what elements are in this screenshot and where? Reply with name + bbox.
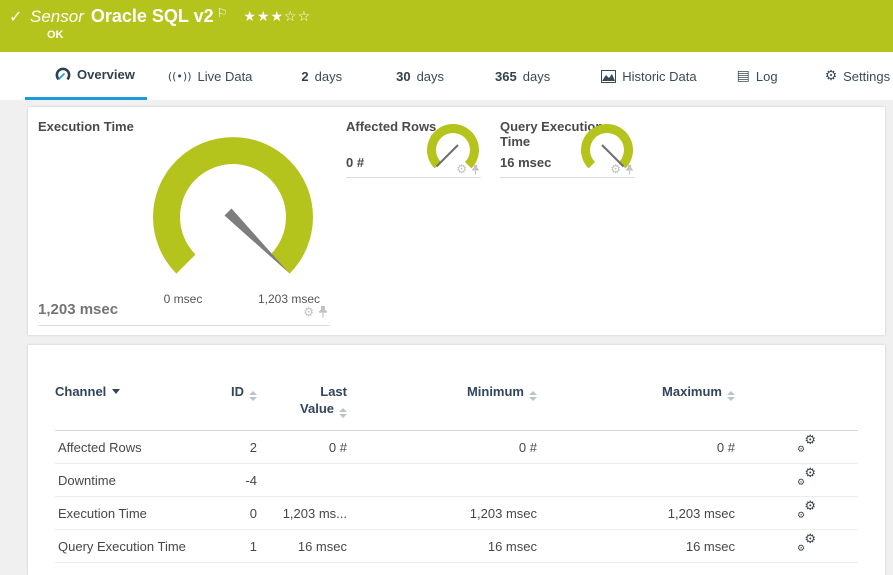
table-row: Execution Time 0 1,203 ms... 1,203 msec … [55, 496, 858, 530]
sort-arrows-icon [249, 391, 257, 401]
gauge-scale-max: 1,203 msec [257, 292, 321, 306]
channel-maximum [537, 463, 735, 497]
channel-id: 1 [205, 529, 257, 563]
channel-name[interactable]: Downtime [55, 463, 205, 497]
tab-label: Live Data [197, 68, 253, 84]
channel-table: Channel ID Last Value Minimum Maximum Af… [55, 383, 858, 563]
tab-number: 365 [495, 68, 517, 84]
channel-name[interactable]: Affected Rows [55, 430, 205, 464]
sensor-title-line: Sensor Oracle SQL v2 ⚐ ★★★☆☆ [30, 6, 311, 27]
channel-settings-gears-icon[interactable]: ⚙ ⚙ [796, 434, 818, 455]
table-row: Query Execution Time 1 16 msec 16 msec 1… [55, 529, 858, 563]
gauge-gear-icon[interactable]: ⚙ [610, 163, 621, 175]
sensor-kind-label: Sensor [30, 7, 84, 26]
column-header-actions [735, 383, 858, 431]
stars-filled[interactable]: ★★★ [243, 9, 284, 25]
tab-2-days[interactable]: 2 days [289, 52, 354, 100]
channel-id: 2 [205, 430, 257, 464]
gauge-needle [435, 144, 459, 168]
tab-label: Log [755, 68, 778, 84]
gauge-current-value: 1,203 msec [38, 301, 119, 318]
tab-overview[interactable]: Overview [25, 52, 147, 100]
status-ok-check-icon: ✓ [9, 7, 23, 26]
tab-settings[interactable]: ⚙ Settings [813, 52, 893, 100]
channel-maximum: 0 # [537, 430, 735, 464]
channel-settings-gears-icon[interactable]: ⚙ ⚙ [796, 467, 818, 488]
channel-settings-gears-icon[interactable]: ⚙ ⚙ [796, 533, 818, 554]
tab-label: Settings [843, 68, 891, 84]
sensor-title: Oracle SQL v2 [90, 6, 214, 26]
channel-settings-gears-icon[interactable]: ⚙ ⚙ [796, 500, 818, 521]
sensor-header: ✓ Sensor Oracle SQL v2 ⚐ ★★★☆☆ OK [0, 0, 893, 52]
channel-table-header-row: Channel ID Last Value Minimum Maximum [55, 383, 858, 431]
channel-maximum: 16 msec [537, 529, 735, 563]
gauge-pin-icon[interactable] [318, 305, 328, 318]
gauge-pin-icon[interactable] [471, 164, 480, 175]
sort-arrows-icon [339, 408, 347, 418]
tab-historic-data[interactable]: Historic Data [589, 52, 708, 100]
gauges-panel: Execution Time 0 msec 1,203 msec 1,203 m… [28, 107, 885, 335]
gauge-gear-icon[interactable]: ⚙ [303, 306, 314, 318]
column-header-id[interactable]: ID [205, 383, 257, 431]
gauge-gear-icon[interactable]: ⚙ [456, 163, 467, 175]
tab-label: Historic Data [622, 68, 697, 84]
table-row: Affected Rows 2 0 # 0 # 0 # ⚙ ⚙ [55, 430, 858, 464]
sort-arrows-icon [727, 391, 735, 401]
channel-minimum: 0 # [347, 430, 537, 464]
settings-gear-icon: ⚙ [824, 68, 838, 84]
gauge-scale-min: 0 msec [163, 292, 203, 306]
gauge-current-value: 16 msec [500, 155, 552, 170]
channels-panel: Channel ID Last Value Minimum Maximum Af… [28, 345, 885, 575]
tab-label: Overview [77, 67, 135, 82]
channel-last-value: 0 # [257, 430, 347, 464]
gauge-execution-time: Execution Time 0 msec 1,203 msec 1,203 m… [38, 119, 330, 326]
sort-arrows-icon [529, 391, 537, 401]
historic-data-chart-icon [601, 69, 617, 83]
stars-empty[interactable]: ☆☆ [284, 9, 311, 25]
tab-log[interactable]: ▤ Log [725, 52, 790, 100]
table-row: Downtime -4 ⚙ ⚙ [55, 463, 858, 497]
column-header-last-value[interactable]: Last Value [257, 383, 347, 431]
sort-caret-icon [112, 389, 121, 394]
gauge-current-value: 0 # [346, 155, 365, 170]
tab-bar: Overview ((•)) Live Data 2 days 30 days … [0, 52, 893, 100]
channel-last-value: 1,203 ms... [257, 496, 347, 530]
priority-flag-icon[interactable]: ⚐ [217, 6, 228, 20]
channel-minimum: 16 msec [347, 529, 537, 563]
gauge-needle [224, 208, 289, 273]
channel-last-value: 16 msec [257, 529, 347, 563]
channel-id: -4 [205, 463, 257, 497]
tab-30-days[interactable]: 30 days [384, 52, 456, 100]
priority-stars[interactable]: ★★★☆☆ [243, 9, 311, 25]
tab-label: days [522, 68, 551, 84]
channel-maximum: 1,203 msec [537, 496, 735, 530]
tab-live-data[interactable]: ((•)) Live Data [156, 52, 265, 100]
channel-last-value [257, 463, 347, 497]
column-header-minimum[interactable]: Minimum [347, 383, 537, 431]
channel-name[interactable]: Query Execution Time [55, 529, 205, 563]
page-content: Execution Time 0 msec 1,203 msec 1,203 m… [0, 100, 893, 575]
tab-number: 30 [396, 68, 411, 84]
channel-minimum [347, 463, 537, 497]
channel-id: 0 [205, 496, 257, 530]
column-header-channel[interactable]: Channel [55, 383, 205, 431]
tab-365-days[interactable]: 365 days [483, 52, 562, 100]
gauge-query-execution-time: Query Execution Time 16 msec ⚙ [500, 119, 635, 178]
tab-label: days [314, 68, 343, 84]
channel-name[interactable]: Execution Time [55, 496, 205, 530]
gauge-pin-icon[interactable] [625, 164, 634, 175]
channel-minimum: 1,203 msec [347, 496, 537, 530]
log-list-icon: ▤ [736, 68, 750, 84]
execution-time-gauge-dial [153, 137, 313, 274]
sensor-status-badge: OK [47, 29, 64, 41]
overview-gauge-icon [55, 67, 71, 83]
live-data-broadcast-icon: ((•)) [167, 69, 192, 83]
tab-label: days [416, 68, 445, 84]
column-header-maximum[interactable]: Maximum [537, 383, 735, 431]
tab-number: 2 [301, 68, 309, 84]
gauge-affected-rows: Affected Rows 0 # ⚙ [346, 119, 481, 178]
